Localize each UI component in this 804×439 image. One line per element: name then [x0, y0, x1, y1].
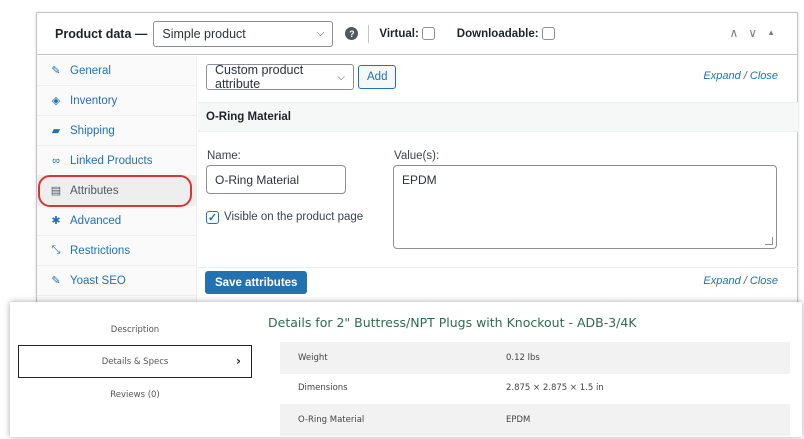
product-type-select[interactable]: Simple product ⌵	[153, 20, 334, 47]
tab-details-specs[interactable]: Details & Specs ›	[18, 345, 252, 378]
tab-shipping[interactable]: ▰ Shipping	[37, 116, 196, 146]
tab-description[interactable]: Description	[18, 313, 252, 346]
attribute-values-textarea[interactable]: EPDM	[393, 165, 777, 249]
wrench-icon: ✎	[51, 275, 61, 287]
virtual-label: Virtual:	[379, 27, 419, 40]
tab-restrictions[interactable]: ⤡ Restrictions	[37, 236, 196, 266]
tab-label: Reviews (0)	[110, 389, 160, 400]
visible-checkbox[interactable]: ✓	[206, 211, 219, 224]
gear-icon: ✱	[51, 215, 61, 227]
tab-label: Description	[110, 324, 160, 335]
tab-label: Yoast SEO	[70, 274, 126, 287]
tab-label: General	[70, 64, 111, 77]
tab-yoast-seo[interactable]: ✎ Yoast SEO	[37, 266, 196, 296]
product-data-header: Product data — Simple product ⌵ ? Virtua…	[37, 13, 797, 55]
link-separator: /	[743, 70, 747, 82]
tab-label: Linked Products	[70, 154, 153, 167]
check-icon: ✓	[207, 212, 218, 224]
details-title: Details for 2" Buttress/NPT Plugs with K…	[268, 315, 637, 330]
wrench-icon: ✎	[51, 65, 61, 77]
table-row: O-Ring Material EPDM	[280, 404, 790, 436]
attributes-highlight-annotation	[38, 175, 192, 207]
attribute-type-value: Custom product attribute	[215, 63, 304, 91]
toggle-panel-icon[interactable]: ▲	[767, 28, 775, 40]
header-divider	[368, 24, 370, 43]
virtual-checkbox[interactable]	[421, 27, 435, 40]
truck-icon: ▰	[51, 125, 61, 137]
product-type-value: Simple product	[162, 26, 246, 41]
attribute-values-value: EPDM	[402, 173, 437, 187]
expand-close-links-top: Expand / Close	[703, 70, 778, 82]
link-icon: ∞	[52, 154, 60, 167]
chevron-down-icon: ⌵	[337, 71, 345, 83]
tab-label: Shipping	[70, 124, 115, 137]
product-data-title: Product data —	[55, 26, 148, 41]
chevron-right-icon: ›	[236, 354, 241, 368]
table-row: Dimensions 2.875 × 2.875 × 1.5 in	[280, 372, 790, 404]
tab-label: Advanced	[70, 214, 122, 227]
tab-inventory[interactable]: ◈ Inventory	[37, 86, 196, 116]
attributes-toolbar: Custom product attribute ⌵ Add	[206, 63, 397, 91]
close-link[interactable]: Close	[750, 275, 778, 287]
tab-label: Restrictions	[70, 244, 131, 257]
expand-close-links-bottom: Expand / Close	[703, 275, 778, 287]
expand-link[interactable]: Expand	[703, 275, 740, 287]
table-row: Weight 0.12 lbs	[280, 342, 790, 374]
downloadable-label: Downloadable:	[456, 27, 539, 40]
expand-link[interactable]: Expand	[703, 70, 740, 82]
resize-handle-icon[interactable]	[765, 237, 773, 245]
collapse-icon: ⤡	[51, 244, 61, 256]
name-label: Name:	[207, 150, 241, 162]
close-link[interactable]: Close	[750, 70, 778, 82]
panel-controls: ∧ ∨ ▲	[729, 26, 775, 40]
attribute-row-header[interactable]: O-Ring Material	[198, 102, 798, 132]
attributes-panel: Custom product attribute ⌵ Add Expand / …	[198, 56, 798, 316]
values-label: Value(s):	[394, 150, 440, 162]
attribute-name-value: O-Ring Material	[215, 172, 300, 187]
help-icon[interactable]: ?	[345, 27, 359, 40]
attribute-row-body: Name: O-Ring Material Value(s): EPDM ✓ V…	[198, 132, 798, 268]
attribute-type-select[interactable]: Custom product attribute ⌵	[206, 63, 354, 91]
tab-advanced[interactable]: ✱ Advanced	[37, 206, 196, 236]
tag-icon: ◈	[51, 95, 61, 107]
visible-label: Visible on the product page	[224, 211, 364, 223]
spec-label: O-Ring Material	[298, 415, 365, 425]
spec-value: 2.875 × 2.875 × 1.5 in	[506, 383, 604, 393]
chevron-down-icon[interactable]: ∨	[748, 26, 757, 40]
tab-linked-products[interactable]: ∞ Linked Products	[37, 146, 196, 176]
spec-value: 0.12 lbs	[506, 353, 540, 363]
tab-label: Details & Specs	[101, 356, 169, 367]
spec-value: EPDM	[506, 415, 531, 425]
tab-general[interactable]: ✎ General	[37, 56, 196, 86]
spec-label: Dimensions	[298, 383, 348, 393]
product-data-panel: Product data — Simple product ⌵ ? Virtua…	[36, 12, 798, 316]
tab-label: Inventory	[70, 94, 118, 107]
downloadable-checkbox[interactable]	[541, 27, 555, 40]
link-separator: /	[743, 275, 747, 287]
chevron-up-icon[interactable]: ∧	[729, 26, 738, 40]
spec-label: Weight	[298, 353, 328, 363]
add-attribute-button[interactable]: Add	[358, 65, 397, 89]
attribute-name-input[interactable]: O-Ring Material	[206, 165, 346, 194]
storefront-product-tabs: Description Details & Specs › Reviews (0…	[10, 302, 802, 437]
save-attributes-button[interactable]: Save attributes	[205, 271, 308, 294]
tab-reviews[interactable]: Reviews (0)	[18, 378, 252, 411]
chevron-down-icon: ⌵	[316, 28, 325, 39]
